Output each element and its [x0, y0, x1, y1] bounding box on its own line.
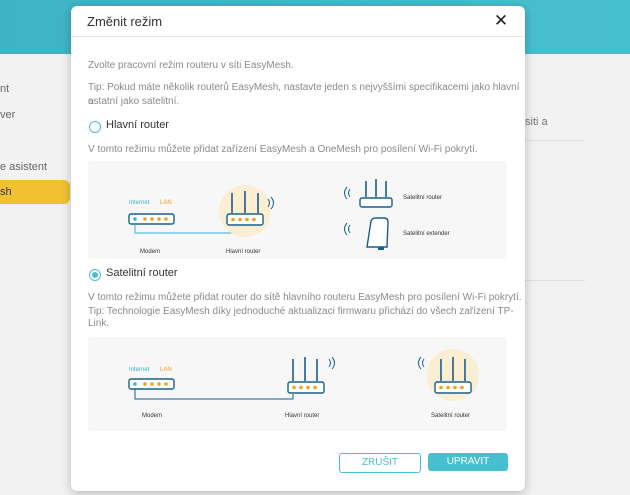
sidebar-item-1[interactable]: nt: [0, 83, 9, 95]
main-router-diagram: Internet LAN Modem Hlavní router Satelit…: [88, 161, 507, 259]
intro-text: Zvolte pracovní režim routeru v síti Eas…: [88, 60, 294, 71]
radio-main-router-circle[interactable]: [89, 121, 101, 133]
main-router-icon: [287, 357, 325, 394]
dialog-title: Změnit režim: [87, 14, 163, 29]
satellite-router-diagram: Internet LAN Modem Hlavní router Satelit…: [88, 337, 507, 431]
satellite-description-1: V tomto režimu můžete přidat router do s…: [88, 292, 522, 303]
main-router-illustration: Internet LAN Modem Hlavní router Satelit…: [128, 179, 450, 255]
satellite-router-icon: [359, 179, 393, 208]
satellite-router-icon: [434, 357, 472, 394]
change-mode-dialog: Změnit režim ✕ Zvolte pracovní režim rou…: [71, 6, 525, 491]
satellite-description-2: Tip: Technologie EasyMesh díky jednoduch…: [88, 306, 514, 317]
satellite-extender-label: Satelitní extender: [403, 231, 450, 237]
main-router-description: V tomto režimu můžete přidat zařízení Ea…: [88, 144, 478, 155]
divider: [525, 140, 585, 141]
close-icon[interactable]: ✕: [491, 11, 511, 31]
satellite-wifi-icon: [418, 356, 425, 370]
save-button[interactable]: UPRAVIT: [428, 453, 508, 471]
background-text: siti a: [525, 116, 548, 128]
sidebar-item-2[interactable]: ver: [0, 109, 15, 121]
sidebar-item-3[interactable]: e asistent: [0, 161, 47, 173]
divider: [525, 280, 585, 281]
satellite-router-illustration: Internet LAN Modem Hlavní router Satelit…: [128, 349, 479, 419]
extender-wifi-icon: [344, 222, 351, 236]
satellite-wifi-icon: [344, 186, 351, 200]
sidebar-item-active-label: sh: [0, 186, 12, 198]
modem-label: Modem: [142, 413, 162, 419]
modem-label: Modem: [140, 249, 160, 255]
satellite-description-3: Link.: [88, 318, 110, 329]
modem-icon: [128, 213, 175, 225]
internet-label: Internet: [129, 367, 150, 373]
radio-satellite-router-circle[interactable]: [89, 269, 101, 281]
satellite-router-label: Satelitní router: [403, 195, 442, 201]
satellite-router-label: Satelitní router: [431, 413, 470, 419]
sidebar-item-active[interactable]: sh: [0, 180, 70, 204]
dialog-header: Změnit režim ✕: [71, 6, 525, 37]
cancel-button[interactable]: ZRUŠIT: [339, 453, 421, 473]
modem-icon: [128, 378, 175, 390]
main-router-label: Hlavní router: [285, 413, 319, 419]
main-router-label: Hlavní router: [226, 249, 260, 255]
tip-line-2: ostatní jako satelitní.: [88, 96, 180, 107]
satellite-extender-icon: [366, 217, 389, 250]
internet-label: Internet: [129, 200, 150, 206]
main-router-icon: [226, 191, 264, 226]
wifi-icon: [328, 356, 335, 370]
lan-label: LAN: [160, 367, 172, 373]
lan-label: LAN: [160, 200, 172, 206]
radio-main-router-label: Hlavní router: [106, 119, 169, 131]
radio-satellite-router-label: Satelitní router: [106, 267, 178, 279]
